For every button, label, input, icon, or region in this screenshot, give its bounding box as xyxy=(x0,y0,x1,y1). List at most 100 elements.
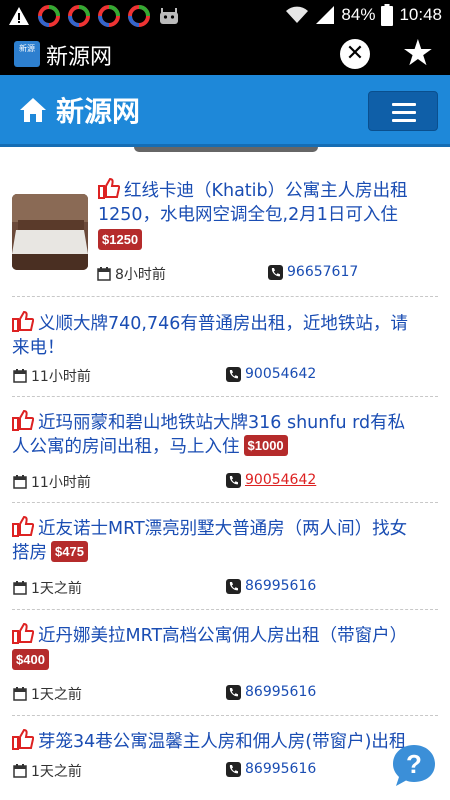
clock: 10:48 xyxy=(399,5,442,24)
listing-title-cont[interactable]: 人公寓的房间出租，马上入住 $1000 xyxy=(12,435,442,460)
price-row: $400 xyxy=(8,649,49,674)
listing-title-text: 义顺大牌740,746有普通房出租，近地铁站，请 xyxy=(38,314,408,334)
phone-icon xyxy=(226,761,241,777)
price-badge: $400 xyxy=(12,649,49,670)
listing-meta-phone[interactable]: 86995616 xyxy=(226,578,316,594)
post-time: 8小时前 xyxy=(115,267,166,283)
help-question-icon[interactable]: ? xyxy=(390,742,438,790)
listing-title-text: 近友诺士MRT漂亮别墅大普通房（两人间）找女 xyxy=(38,519,408,539)
thumbs-up-icon xyxy=(12,622,34,644)
app-logo: 新源 xyxy=(14,41,40,67)
post-time: 1天之前 xyxy=(31,687,82,703)
listing-title[interactable]: 近丹娜美拉MRT高档公寓佣人房出租（带窗户） xyxy=(12,622,442,649)
site-title[interactable]: 新源网 xyxy=(56,90,140,130)
app-logo-text: 新源 xyxy=(19,44,35,53)
signal-icon xyxy=(316,6,335,24)
pull-tab[interactable] xyxy=(134,147,318,152)
listing-title[interactable]: 红线卡迪（Khatib）公寓主人房出租 xyxy=(98,177,442,204)
listing-title[interactable]: 义顺大牌740,746有普通房出租，近地铁站，请 xyxy=(12,310,442,337)
listing-title[interactable]: 近玛丽蒙和碧山地铁站大牌316 shunfu rd有私 xyxy=(12,409,442,436)
thumbs-up-icon xyxy=(12,515,34,537)
home-icon[interactable] xyxy=(18,95,48,125)
close-icon[interactable]: ✕ xyxy=(340,39,370,69)
listing-title-text: 近丹娜美拉MRT高档公寓佣人房出租（带窗户） xyxy=(38,626,408,646)
divider xyxy=(12,396,438,397)
divider xyxy=(12,502,438,503)
post-time: 1天之前 xyxy=(31,581,82,597)
listing-meta-time: 11小时前 xyxy=(13,366,91,386)
listing-meta-time: 1天之前 xyxy=(13,578,82,598)
listing-meta-time: 11小时前 xyxy=(13,472,91,492)
phone-number[interactable]: 90054642 xyxy=(245,472,316,488)
listing-meta-time: 8小时前 xyxy=(97,264,166,284)
menu-button[interactable] xyxy=(368,91,438,131)
app-notification-icon xyxy=(68,5,90,27)
calendar-icon xyxy=(13,581,27,595)
calendar-icon xyxy=(97,267,111,281)
divider xyxy=(12,715,438,716)
battery-percent: 84% xyxy=(341,5,376,24)
listing-thumbnail[interactable] xyxy=(12,194,88,270)
calendar-icon xyxy=(13,369,27,383)
listing-meta-phone[interactable]: 90054642 xyxy=(226,472,316,488)
app-title: 新源网 xyxy=(46,45,113,70)
phone-number[interactable]: 86995616 xyxy=(245,578,316,594)
thumbs-up-icon xyxy=(12,728,34,750)
listing-title[interactable]: 近友诺士MRT漂亮别墅大普通房（两人间）找女 xyxy=(12,515,442,542)
phone-number[interactable]: 90054642 xyxy=(245,366,316,382)
bed-photo xyxy=(12,194,88,270)
listing-meta-phone[interactable]: 96657617 xyxy=(268,264,358,280)
thumbs-up-icon xyxy=(98,177,120,199)
phone-number[interactable]: 86995616 xyxy=(245,761,316,777)
listing-meta-phone[interactable]: 90054642 xyxy=(226,366,316,382)
listing-meta-phone[interactable]: 86995616 xyxy=(226,761,316,777)
app-notification-icon xyxy=(128,5,150,27)
listing-meta-time: 1天之前 xyxy=(13,684,82,704)
phone-number[interactable]: 86995616 xyxy=(245,684,316,700)
android-debug-icon xyxy=(160,8,178,24)
system-status: 84% 10:48 xyxy=(285,4,442,26)
phone-icon xyxy=(226,472,241,488)
listing-title-cont[interactable]: 1250，水电网空调全包,2月1日可入住 xyxy=(98,203,442,228)
post-time: 1天之前 xyxy=(31,764,82,780)
site-header: 新源网 xyxy=(0,75,450,147)
listing-title-text: 1250，水电网空调全包,2月1日可入住 xyxy=(98,205,398,225)
thumbs-up-icon xyxy=(12,409,34,431)
calendar-icon xyxy=(13,475,27,489)
warning-icon xyxy=(9,7,29,25)
listing-title-text: 搭房 xyxy=(12,543,47,563)
phone-icon xyxy=(226,366,241,382)
calendar-icon xyxy=(13,687,27,701)
listing-title-cont[interactable]: 搭房 $475 xyxy=(12,541,442,566)
app-notification-icon xyxy=(38,5,60,27)
post-time: 11小时前 xyxy=(31,475,91,491)
listing-title-text: 近玛丽蒙和碧山地铁站大牌316 shunfu rd有私 xyxy=(38,413,406,433)
listing-title-text: 人公寓的房间出租，马上入住 xyxy=(12,437,240,457)
listing-title-text: 芽笼34巷公寓温馨主人房和佣人房(带窗户)出租 xyxy=(38,732,407,752)
calendar-icon xyxy=(13,764,27,778)
thumbs-up-icon xyxy=(12,310,34,332)
listing-meta-phone[interactable]: 86995616 xyxy=(226,684,316,700)
phone-number[interactable]: 96657617 xyxy=(287,264,358,280)
price-badge: $1250 xyxy=(98,229,143,250)
app-bar: 新源 新源网 ✕ ★ xyxy=(0,33,450,75)
notification-icons xyxy=(8,5,180,27)
divider xyxy=(12,609,438,610)
listing-title-cont[interactable]: 来电！ xyxy=(12,336,442,361)
star-icon[interactable]: ★ xyxy=(402,35,434,73)
price-badge: $1000 xyxy=(243,435,288,456)
phone-icon xyxy=(268,264,283,280)
phone-icon xyxy=(226,684,241,700)
listing-meta-time: 1天之前 xyxy=(13,761,82,781)
status-bar: 84% 10:48 xyxy=(0,0,450,33)
divider xyxy=(12,296,438,297)
battery-icon xyxy=(381,4,394,26)
phone-icon xyxy=(226,578,241,594)
svg-text:?: ? xyxy=(406,749,422,779)
price-row: $1250 xyxy=(94,229,143,254)
price-badge: $475 xyxy=(51,541,88,562)
listing-title-text: 红线卡迪（Khatib）公寓主人房出租 xyxy=(124,181,408,201)
listing-title-text: 来电！ xyxy=(12,338,65,358)
post-time: 11小时前 xyxy=(31,369,91,385)
listing-title[interactable]: 芽笼34巷公寓温馨主人房和佣人房(带窗户)出租 xyxy=(12,728,442,755)
